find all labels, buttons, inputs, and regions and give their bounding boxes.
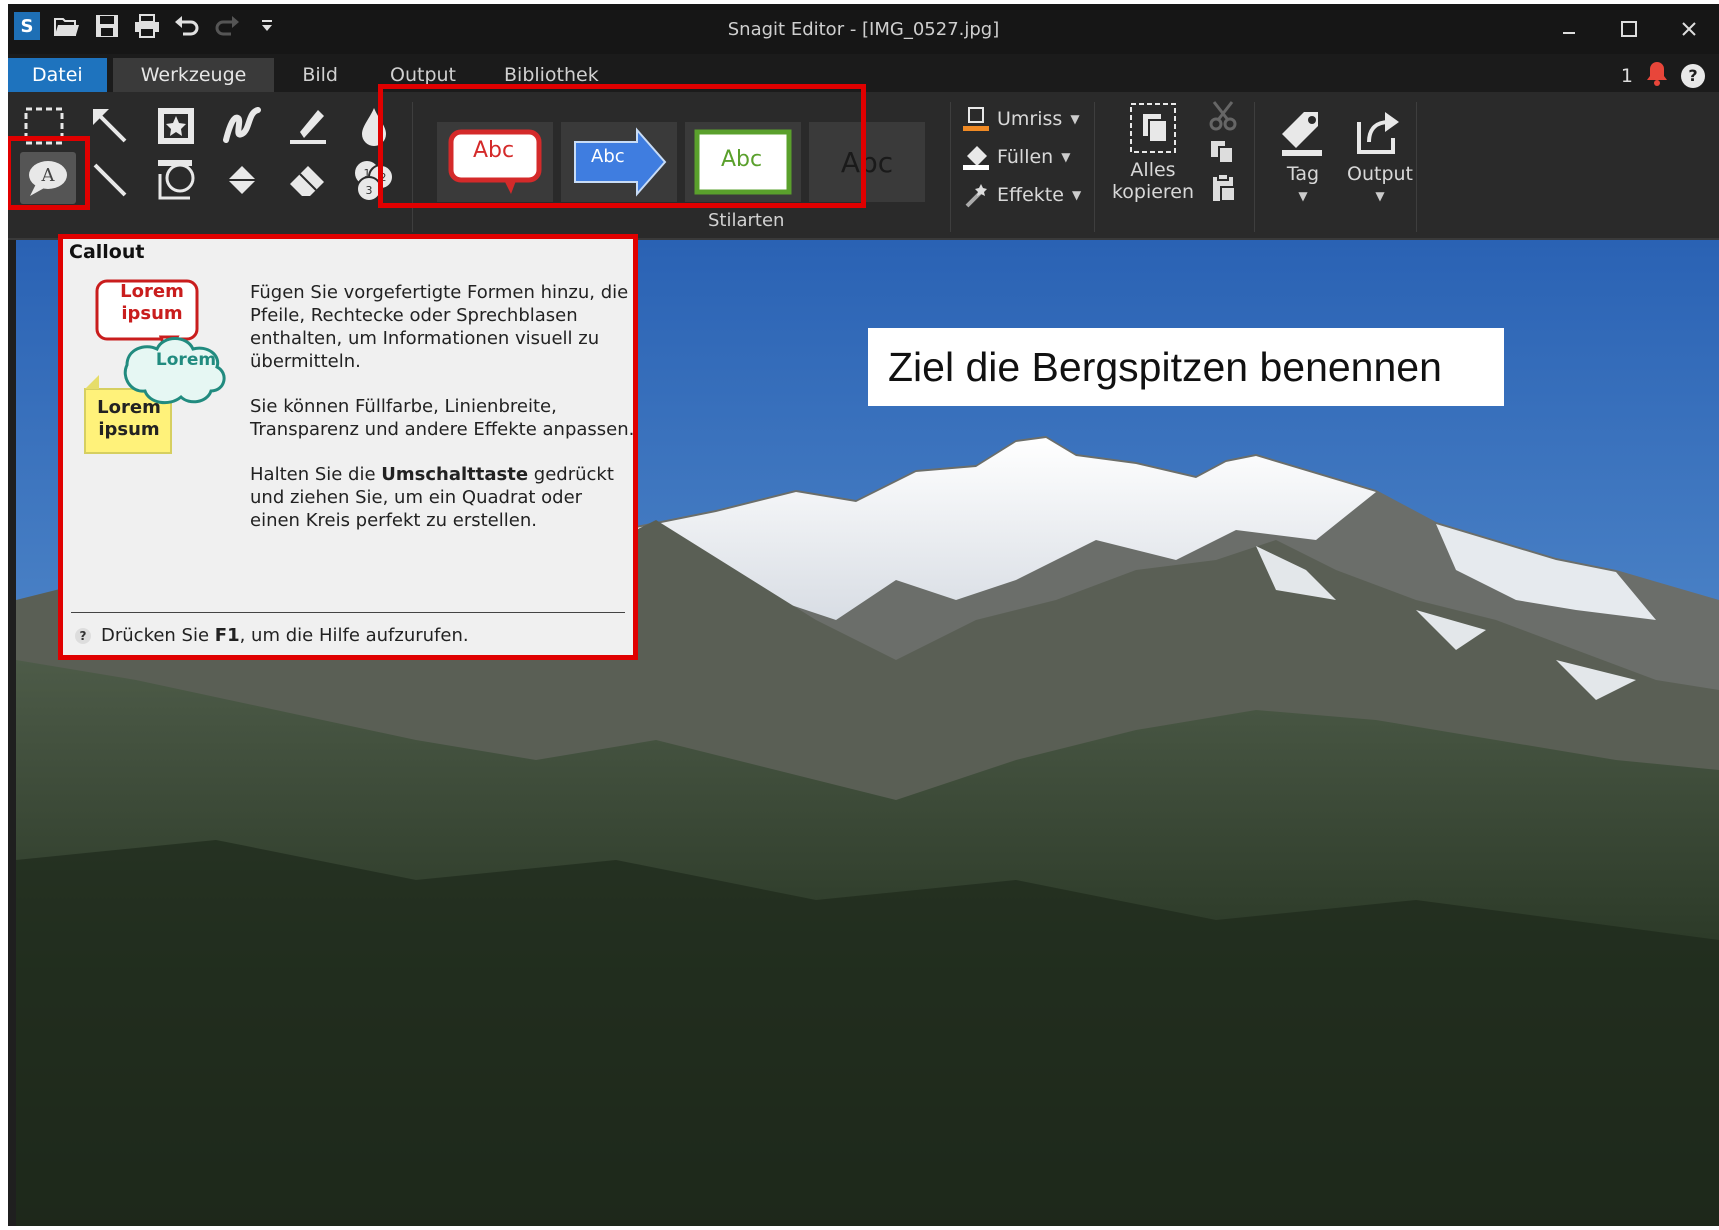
maximize-icon[interactable] [1599, 12, 1659, 46]
callout-tooltip: Callout Lorem ipsum Lorem Lorem ipsum Fü… [58, 234, 638, 660]
sample-speech-bubble: Lorem ipsum [101, 281, 203, 325]
window-title: Snagit Editor - [IMG_0527.jpg] [727, 19, 1000, 40]
canvas-text-annotation[interactable]: Ziel die Bergspitzen benennen [868, 328, 1504, 406]
paste-icon[interactable] [1200, 170, 1246, 206]
menu-bar: Datei Werkzeuge Bild Output Bibliothek 1… [8, 54, 1719, 92]
copy-all-label-1: Alles [1130, 159, 1176, 181]
ribbon-separator [1094, 102, 1095, 232]
line-icon[interactable] [82, 154, 138, 206]
svg-text:A: A [41, 165, 56, 186]
svg-text:3: 3 [366, 184, 373, 197]
output-label: Output [1347, 163, 1413, 185]
arrow-icon[interactable] [82, 100, 138, 152]
tab-bibliothek[interactable]: Bibliothek [480, 58, 623, 92]
shape-icon[interactable] [148, 154, 204, 206]
styles-gallery: Abc Abc Abc Abc [433, 100, 943, 204]
tooltip-paragraph: Fügen Sie vorgefertigte Formen hinzu, di… [250, 282, 629, 372]
eraser-icon[interactable] [280, 154, 336, 206]
fill-dropdown[interactable]: Füllen ▼ [963, 138, 1081, 176]
svg-text:1: 1 [364, 167, 371, 180]
sample-note: Lorem ipsum [87, 397, 171, 441]
help-icon[interactable]: ? [1681, 63, 1705, 88]
step-icon[interactable]: 123 [346, 154, 402, 206]
tooltip-paragraph: Sie können Füllfarbe, Linienbreite, Tran… [250, 396, 635, 440]
stamp-icon[interactable] [148, 100, 204, 152]
copy-all-button[interactable]: Alles kopieren [1104, 102, 1202, 203]
tooltip-paragraph: Halten Sie die Umschalttaste gedrückt un… [250, 464, 614, 531]
close-icon[interactable] [1659, 12, 1719, 46]
tab-werkzeuge[interactable]: Werkzeuge [112, 58, 275, 92]
style-tile-label: Abc [840, 145, 894, 179]
highlighter-icon[interactable] [280, 100, 336, 152]
sample-text: Lorem [97, 397, 161, 418]
ribbon: A 123 Abc Abc Abc Abc Stilarten Umriss ▼… [8, 92, 1719, 240]
effects-dropdown[interactable]: Effekte ▼ [963, 176, 1081, 214]
chevron-down-icon: ▼ [1375, 189, 1385, 203]
tooltip-title: Callout [69, 241, 145, 263]
outline-icon [963, 107, 989, 131]
tag-label: Tag [1286, 163, 1320, 185]
style-tile-blue-arrow[interactable]: Abc [561, 122, 677, 202]
styles-group-label: Stilarten [708, 210, 785, 231]
sample-cloud-text: Lorem [155, 350, 217, 370]
chevron-down-icon: ▼ [1061, 150, 1071, 164]
chevron-down-icon: ▼ [1071, 188, 1082, 202]
window-controls [1539, 12, 1719, 46]
copy-all-icon [1130, 103, 1176, 153]
bell-icon[interactable] [1645, 60, 1669, 91]
tag-icon [1282, 112, 1322, 156]
style-tile-label: Abc [721, 147, 763, 172]
properties-group: Umriss ▼ Füllen ▼ Effekte ▼ [963, 100, 1081, 214]
title-bar: S Snagit Editor - [IMG_0527.jpg] [8, 4, 1719, 54]
pen-icon[interactable] [214, 100, 270, 152]
style-tile-label: Abc [591, 146, 625, 167]
selection-icon[interactable] [16, 100, 72, 152]
menu-right-area: 1 ? [1621, 60, 1705, 91]
minimize-icon[interactable] [1539, 12, 1599, 46]
help-question-icon: ? [75, 627, 91, 644]
tab-bild[interactable]: Bild [274, 58, 366, 92]
blur-icon[interactable] [346, 100, 402, 152]
fill-icon[interactable] [214, 154, 270, 206]
svg-text:2: 2 [380, 171, 387, 184]
copy-icon[interactable] [1200, 134, 1246, 170]
copy-all-label-2: kopieren [1111, 181, 1195, 203]
tooltip-footer: ? Drücken Sie F1, um die Hilfe aufzurufe… [75, 625, 469, 646]
style-tile-label: Abc [473, 138, 515, 163]
fill-label: Füllen [997, 146, 1054, 168]
effects-label: Effekte [997, 184, 1064, 206]
notification-count: 1 [1620, 64, 1633, 87]
ribbon-separator [412, 102, 413, 232]
share-icon [1357, 112, 1399, 154]
chevron-down-icon: ▼ [1298, 189, 1308, 203]
style-tile-plain-text[interactable]: Abc [809, 122, 925, 202]
fill-bucket-icon [963, 146, 989, 170]
chevron-down-icon: ▼ [1070, 112, 1080, 126]
effects-wand-icon [965, 184, 987, 208]
ribbon-separator [1416, 102, 1417, 232]
tab-datei[interactable]: Datei [8, 58, 107, 92]
output-button[interactable]: Output ▼ [1338, 108, 1422, 207]
cut-icon[interactable] [1200, 96, 1246, 136]
style-tile-red-callout[interactable]: Abc [437, 122, 553, 202]
outline-label: Umriss [997, 108, 1063, 130]
outline-dropdown[interactable]: Umriss ▼ [963, 100, 1081, 138]
ribbon-separator [950, 102, 951, 232]
tooltip-body: Fügen Sie vorgefertigte Formen hinzu, di… [250, 281, 635, 554]
tag-button[interactable]: Tag ▼ [1266, 108, 1340, 207]
sample-text: Lorem [120, 281, 184, 302]
tooltip-footer-text: Drücken Sie F1, um die Hilfe aufzurufen. [101, 625, 469, 646]
style-tile-green-rect[interactable]: Abc [685, 122, 801, 202]
sample-text: ipsum [121, 303, 183, 324]
tooltip-divider [71, 612, 625, 613]
tab-output[interactable]: Output [366, 58, 480, 92]
sample-text: ipsum [98, 419, 160, 440]
callout-icon[interactable]: A [20, 152, 76, 204]
ribbon-separator [1254, 102, 1255, 232]
